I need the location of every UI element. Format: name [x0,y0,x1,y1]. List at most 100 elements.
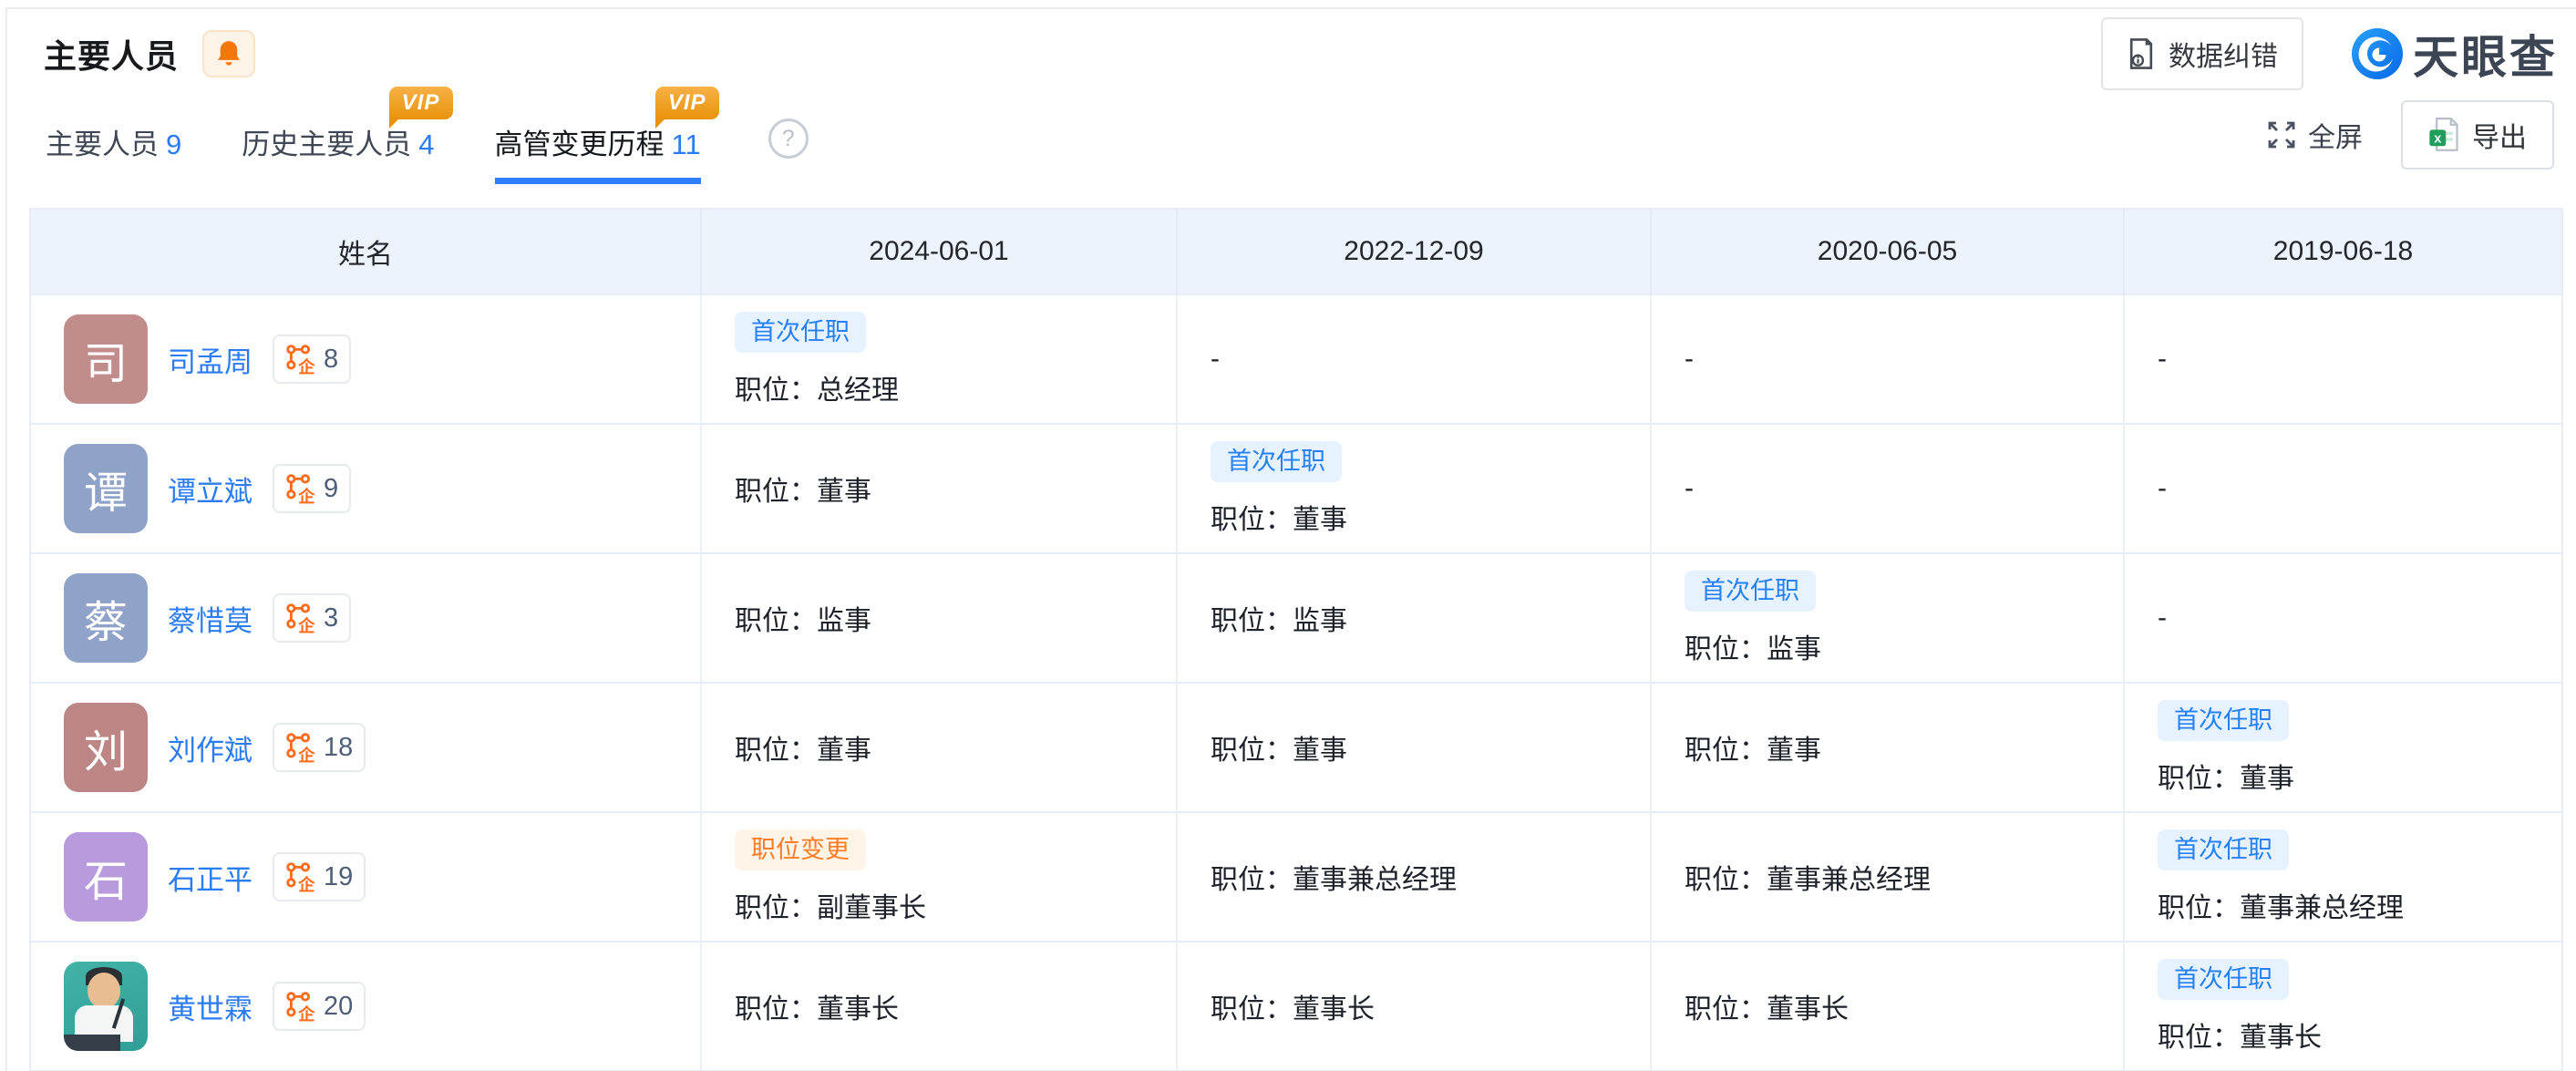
tab-count: 11 [672,129,701,161]
help-icon[interactable]: ? [768,118,809,159]
position-text: 职位：董事 [1211,727,1347,767]
column-header: 2019-06-18 [2124,209,2562,294]
person-name-link[interactable]: 黄世霖 [168,986,252,1027]
status-badge: 首次任职 [735,312,866,353]
bell-icon [216,40,242,67]
relations-badge[interactable]: 企 3 [273,593,351,643]
change-cell: 职位：董事 [702,727,1176,767]
tab-executive-change-history[interactable]: 高管变更历程 11 VIP [495,121,701,184]
relations-graph-icon: 企 [285,602,316,633]
section-header: 主要人员 数据纠错 [7,9,2576,93]
avatar: 蔡 [64,573,148,663]
position-text: 职位：董事长 [2158,1014,2322,1055]
section-card: 主要人员 数据纠错 [5,7,2576,1071]
column-header: 姓名 [30,209,701,294]
position-text: 职位：董事 [1211,497,1347,537]
relations-badge[interactable]: 企 8 [273,335,351,384]
tab-bar: 主要人员 9 历史主要人员 4 VIP 高管变更历程 11 VIP ? [7,93,2576,184]
relations-graph-icon: 企 [285,732,316,763]
relations-count: 18 [324,733,353,763]
change-cell: 职位：董事 [1652,727,2123,767]
data-correction-button[interactable]: 数据纠错 [2101,17,2303,90]
position-text: - [2158,344,2167,375]
table-row: 刘 刘作斌 企 [30,683,2562,812]
change-cell: 职位变更 职位：副董事长 [702,829,1176,925]
vip-badge: VIP [389,87,453,119]
change-cell: - [2125,602,2561,633]
change-cell: 首次任职 职位：监事 [1652,571,2123,666]
position-text: 职位：董事长 [735,986,899,1026]
key-personnel-page: 主要人员 数据纠错 [0,0,2576,1071]
person-name-link[interactable]: 司孟周 [168,339,252,380]
change-cell: 首次任职 职位：董事兼总经理 [2125,829,2561,925]
position-text: - [1211,344,1220,375]
relations-count: 8 [324,345,338,375]
status-badge: 职位变更 [735,829,866,870]
relations-graph-icon: 企 [285,473,316,504]
position-text: 职位：董事 [735,469,871,509]
position-text: - [1685,344,1694,375]
avatar [64,962,148,1051]
svg-text:x: x [2434,131,2441,146]
brand-logo[interactable]: 天眼查 [2351,21,2558,87]
person-name-link[interactable]: 石正平 [168,857,252,898]
position-text: 职位：副董事长 [735,885,926,925]
status-badge: 首次任职 [2158,829,2289,870]
avatar: 石 [64,832,148,922]
position-text: 职位：董事 [1685,727,1821,767]
fullscreen-button[interactable]: 全屏 [2266,115,2363,155]
person-name-link[interactable]: 蔡惜莫 [168,598,252,639]
avatar-letter: 刘 [84,716,128,779]
person-name-link[interactable]: 谭立斌 [168,469,252,510]
person-cell: 刘 刘作斌 企 [31,703,700,792]
svg-text:企: 企 [297,616,315,633]
fullscreen-label: 全屏 [2308,115,2363,155]
person-cell: 石 石正平 企 [31,832,700,922]
relations-badge[interactable]: 企 18 [273,723,366,772]
person-cell: 蔡 蔡惜莫 企 [31,573,700,663]
change-cell: 职位：董事长 [1652,986,2123,1026]
export-button[interactable]: x 导出 [2401,100,2554,170]
svg-text:企: 企 [297,1004,315,1022]
brand-eye-icon [2351,27,2404,80]
person-cell: 谭 谭立斌 企 [31,444,700,533]
position-text: 职位：董事兼总经理 [2158,885,2404,925]
change-cell: 职位：董事长 [702,986,1176,1026]
position-text: 职位：董事 [735,727,871,767]
position-text: 职位：董事 [2158,756,2294,796]
svg-text:企: 企 [297,746,315,763]
tab-key-personnel[interactable]: 主要人员 9 [46,121,181,184]
person-cell: 司 司孟周 企 [31,314,700,404]
subscribe-bell-button[interactable] [202,30,255,77]
column-header: 2020-06-05 [1651,209,2124,294]
avatar: 谭 [64,444,148,533]
header-right: 数据纠错 天眼查 [2101,17,2563,90]
position-text: 职位：董事长 [1685,986,1849,1026]
avatar-letter: 蔡 [84,586,128,650]
relations-badge[interactable]: 企 20 [273,982,366,1031]
table-row: 石 石正平 企 [30,812,2562,942]
table-actions: 全屏 x 导出 [2266,100,2554,184]
avatar: 刘 [64,703,148,792]
avatar-letter: 谭 [84,457,128,520]
person-cell: 黄世霖 企 20 [31,962,700,1051]
change-cell: 首次任职 职位：董事 [2125,700,2561,796]
position-text: 职位：监事 [735,598,871,638]
table-row: 蔡 蔡惜莫 企 [30,553,2562,683]
document-info-icon [2127,37,2156,70]
svg-text:企: 企 [297,487,315,504]
position-text: - [2158,602,2167,633]
column-header: 2024-06-01 [701,209,1177,294]
tab-history-personnel[interactable]: 历史主要人员 4 VIP [242,121,434,184]
relations-badge[interactable]: 企 9 [273,464,351,513]
change-cell: 职位：董事兼总经理 [1652,857,2123,897]
position-text: 职位：董事兼总经理 [1685,857,1931,897]
change-cell: 首次任职 职位：总经理 [702,312,1176,407]
export-label: 导出 [2472,115,2527,155]
tab-label: 主要人员 [46,121,159,162]
relations-badge[interactable]: 企 19 [273,852,366,901]
change-cell: 首次任职 职位：董事 [1178,441,1650,537]
relations-graph-icon: 企 [285,344,316,375]
person-name-link[interactable]: 刘作斌 [168,727,252,768]
position-text: - [1685,473,1694,504]
